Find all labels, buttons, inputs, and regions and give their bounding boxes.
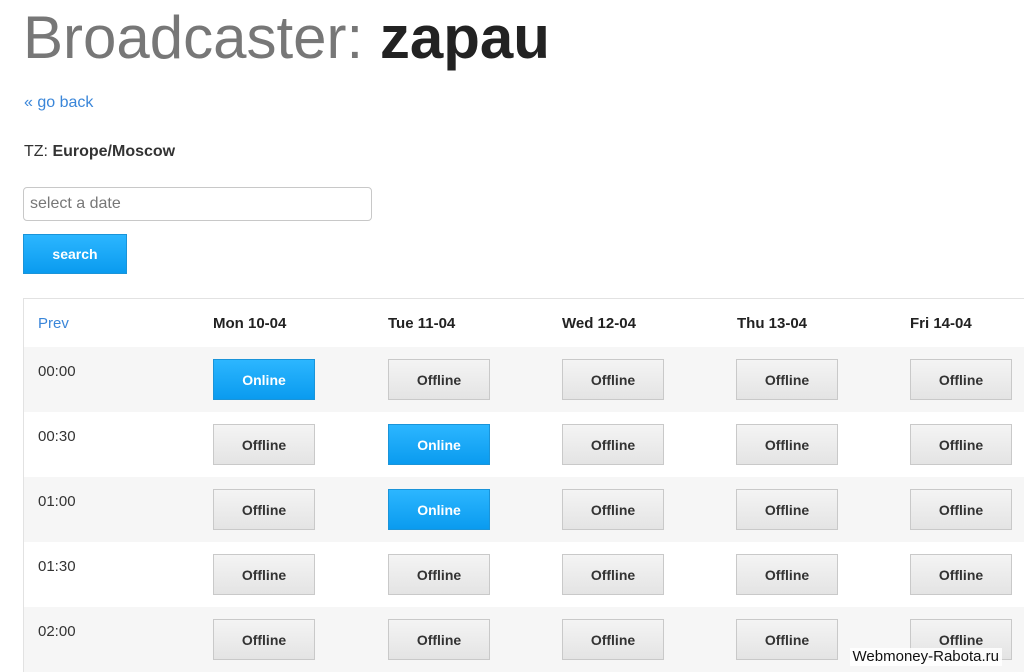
slot-offline-button[interactable]: Offline [213,554,315,595]
timezone-line: TZ: Europe/Moscow [24,142,175,162]
timezone-value: Europe/Moscow [52,143,176,160]
day-header: Fri 14-04 [910,315,972,332]
slot-offline-button[interactable]: Offline [910,554,1012,595]
timezone-label: TZ: [24,143,53,160]
time-label: 00:30 [38,428,76,445]
slot-offline-button[interactable]: Offline [562,424,664,465]
slot-offline-button[interactable]: Offline [213,489,315,530]
slot-offline-button[interactable]: Offline [388,619,490,660]
slot-offline-button[interactable]: Offline [388,554,490,595]
prev-link[interactable]: Prev [38,315,69,333]
schedule-table: Prev Mon 10-04 Tue 11-04 Wed 12-04 Thu 13-0… [23,298,1024,672]
slot-offline-button[interactable]: Offline [736,424,838,465]
slot-offline-button[interactable]: Offline [910,424,1012,465]
schedule-row: 00:30 Offline Online Offline Offline Offline [24,412,1024,477]
slot-offline-button[interactable]: Offline [736,359,838,400]
day-header: Wed 12-04 [562,315,636,332]
slot-offline-button[interactable]: Offline [388,359,490,400]
slot-online-button[interactable]: Online [388,489,490,530]
date-input[interactable] [23,187,372,221]
slot-offline-button[interactable]: Offline [213,619,315,660]
broadcaster-page: Broadcaster: zapau « go back TZ: Europe/… [0,0,1024,672]
slot-offline-button[interactable]: Offline [562,554,664,595]
slot-offline-button[interactable]: Offline [736,489,838,530]
time-label: 01:30 [38,558,76,575]
slot-offline-button[interactable]: Offline [562,359,664,400]
slot-offline-button[interactable]: Offline [562,619,664,660]
go-back-link[interactable]: « go back [24,93,93,113]
slot-offline-button[interactable]: Offline [910,489,1012,530]
schedule-row: 00:00 Online Offline Offline Offline Offline [24,347,1024,412]
schedule-row: 01:30 Offline Offline Offline Offline Offline [24,542,1024,607]
slot-offline-button[interactable]: Offline [910,359,1012,400]
slot-offline-button[interactable]: Offline [736,554,838,595]
slot-offline-button[interactable]: Offline [562,489,664,530]
day-header: Thu 13-04 [737,315,808,332]
page-title: Broadcaster: zapau [23,2,550,74]
time-label: 01:00 [38,493,76,510]
slot-offline-button[interactable]: Offline [736,619,838,660]
watermark: Webmoney-Rabota.ru [849,648,1002,666]
day-header: Mon 10-04 [213,315,287,332]
time-label: 02:00 [38,623,76,640]
day-header: Tue 11-04 [388,315,456,332]
schedule-row: 01:00 Offline Online Offline Offline Offline [24,477,1024,542]
slot-offline-button[interactable]: Offline [213,424,315,465]
page-title-prefix: Broadcaster: [23,4,380,71]
time-label: 00:00 [38,363,76,380]
broadcaster-name: zapau [379,4,550,71]
schedule-header: Prev Mon 10-04 Tue 11-04 Wed 12-04 Thu 13-0… [24,299,1024,347]
slot-online-button[interactable]: Online [388,424,490,465]
slot-online-button[interactable]: Online [213,359,315,400]
search-button[interactable]: search [23,234,127,274]
